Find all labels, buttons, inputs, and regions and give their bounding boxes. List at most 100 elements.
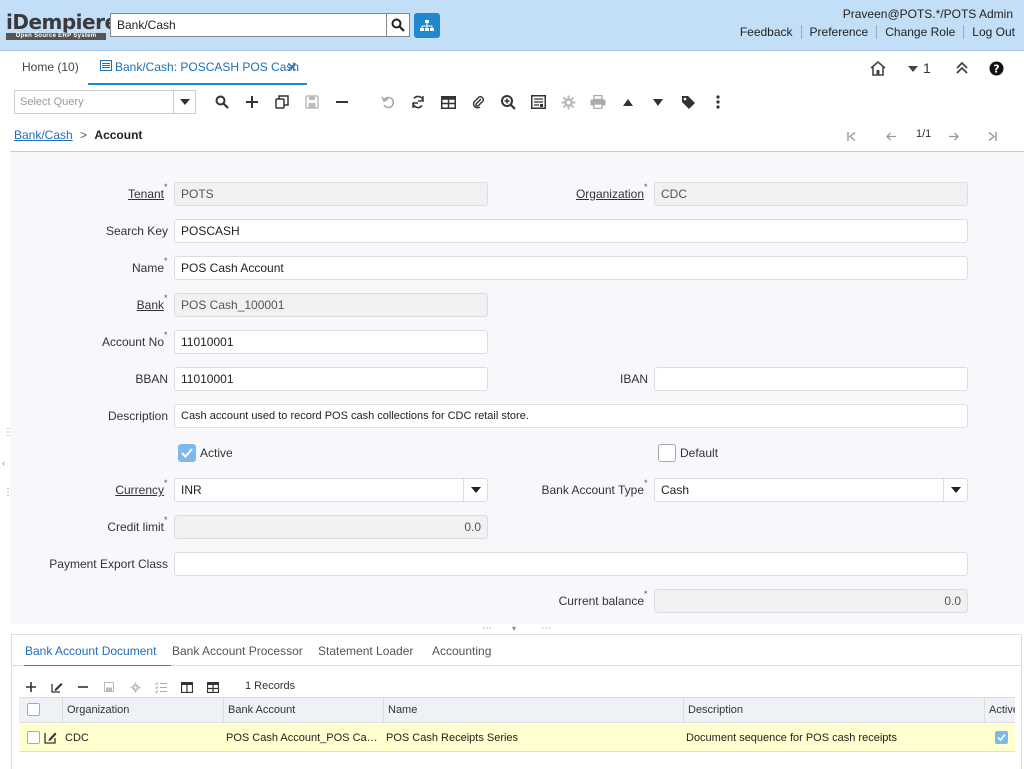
breadcrumb-separator: > (80, 128, 88, 142)
previous-nav-button[interactable] (886, 130, 896, 144)
caret-down-icon (653, 98, 663, 106)
default-checkbox[interactable] (658, 444, 676, 462)
search-key-field[interactable]: POSCASH (174, 219, 968, 243)
grid-edit-button[interactable] (49, 679, 65, 695)
logout-link[interactable]: Log Out (972, 25, 1015, 39)
description-field[interactable]: Cash account used to record POS cash col… (174, 404, 968, 428)
column-header-bank-account[interactable]: Bank Account (223, 698, 383, 723)
bank-account-type-select[interactable]: Cash (654, 478, 968, 502)
column-header-active[interactable]: Active (984, 698, 1015, 723)
table-row[interactable]: CDC POS Cash Account_POS Cash_100001 POS… (19, 724, 1015, 752)
row-select-checkbox[interactable] (27, 731, 40, 744)
idempiere-logo[interactable]: iDempiere Open Source ERP System (6, 10, 118, 40)
tab-bank-cash[interactable]: Bank/Cash: POSCASH POS Cash ✕ (88, 51, 307, 85)
caret-up-icon (623, 98, 633, 106)
arrow-left-icon (886, 132, 896, 141)
tab-accounting[interactable]: Accounting (432, 644, 491, 658)
iban-field[interactable] (654, 367, 968, 391)
print-button[interactable] (589, 93, 607, 111)
change-role-link[interactable]: Change Role (885, 25, 955, 39)
tab-home[interactable]: Home (10) (22, 60, 79, 74)
detail-tab-bar: Bank Account Document Bank Account Proce… (11, 634, 1022, 667)
splitter-handle[interactable]: ⋯ (541, 624, 552, 634)
report-button[interactable] (529, 93, 547, 111)
tab-statement-loader[interactable]: Statement Loader (318, 644, 413, 658)
row-edit-button[interactable] (44, 731, 57, 747)
columns-icon (181, 681, 193, 693)
active-checkbox[interactable] (178, 444, 196, 462)
tenant-label[interactable]: Tenant (100, 187, 164, 201)
required-mark: * (164, 256, 168, 266)
undo-button[interactable] (379, 93, 397, 111)
save-icon (305, 95, 319, 109)
feedback-link[interactable]: Feedback (740, 25, 793, 39)
user-role-label[interactable]: Praveen@POTS.*/POTS Admin (843, 7, 1013, 21)
next-nav-button[interactable] (949, 130, 959, 144)
column-header-description[interactable]: Description (683, 698, 984, 723)
close-tab-icon[interactable]: ✕ (286, 60, 298, 74)
cell-active-checkbox[interactable] (995, 731, 1008, 744)
account-no-field[interactable]: 11010001 (174, 330, 488, 354)
help-icon[interactable]: ? (989, 61, 1004, 79)
collapse-header-icon[interactable] (955, 61, 969, 78)
home-icon[interactable] (870, 60, 886, 79)
first-record-button[interactable] (847, 130, 856, 144)
find-button[interactable] (213, 93, 231, 111)
collapse-left-icon[interactable]: ‹ (2, 458, 5, 468)
dropdown-button[interactable] (173, 91, 195, 113)
zoom-across-button[interactable] (499, 93, 517, 111)
tag-button[interactable] (679, 93, 697, 111)
organization-label[interactable]: Organization (544, 187, 644, 201)
organization-field: CDC (654, 182, 968, 206)
caret-down-icon (179, 99, 190, 105)
tab-bank-account-document[interactable]: Bank Account Document (25, 644, 156, 658)
save-icon (104, 682, 114, 692)
paperclip-icon (472, 96, 484, 109)
grid-customize-button[interactable] (179, 679, 195, 695)
column-header-name[interactable]: Name (383, 698, 683, 723)
name-field[interactable]: POS Cash Account (174, 256, 968, 280)
bban-field[interactable]: 11010001 (174, 367, 488, 391)
grid-toggle-form-button[interactable] (205, 679, 221, 695)
grid-select-button[interactable] (153, 679, 169, 695)
select-query-placeholder: Select Query (20, 96, 84, 108)
previous-record-button[interactable] (619, 93, 637, 111)
grid-delete-button[interactable] (75, 679, 91, 695)
process-button[interactable] (559, 93, 577, 111)
save-button[interactable] (303, 93, 321, 111)
divider (963, 25, 965, 39)
delete-record-button[interactable] (333, 93, 351, 111)
currency-select[interactable]: INR (174, 478, 488, 502)
grid-save-button[interactable] (101, 679, 117, 695)
bank-account-type-dropdown-button[interactable] (943, 479, 967, 501)
grid-process-button[interactable] (127, 679, 143, 695)
grid-toggle-button[interactable] (439, 93, 457, 111)
new-record-button[interactable] (243, 93, 261, 111)
more-options-button[interactable] (709, 93, 727, 111)
next-record-button[interactable] (649, 93, 667, 111)
logo-text: iDempiere (6, 10, 118, 34)
preference-link[interactable]: Preference (810, 25, 869, 39)
currency-label[interactable]: Currency (60, 483, 164, 497)
copy-record-button[interactable] (273, 93, 291, 111)
last-record-button[interactable] (988, 130, 997, 144)
collapse-down-icon[interactable]: ▾ (512, 624, 516, 633)
credit-limit-field: 0.0 (174, 515, 488, 539)
global-search-input[interactable]: Bank/Cash (110, 13, 387, 37)
breadcrumb-parent-link[interactable]: Bank/Cash (14, 128, 73, 142)
current-balance-label: Current balance (558, 594, 644, 608)
tab-bank-account-processor[interactable]: Bank Account Processor (172, 644, 303, 658)
column-header-organization[interactable]: Organization (62, 698, 224, 723)
search-button[interactable] (387, 13, 410, 37)
currency-dropdown-button[interactable] (463, 479, 487, 501)
select-all-checkbox[interactable] (27, 703, 40, 716)
logo-tagline: Open Source ERP System (6, 33, 106, 40)
bank-label[interactable]: Bank (60, 298, 164, 312)
attachment-button[interactable] (469, 93, 487, 111)
payment-export-class-field[interactable] (174, 552, 968, 576)
grid-new-button[interactable] (23, 679, 39, 695)
refresh-button[interactable] (409, 93, 427, 111)
splitter-handle[interactable]: ⋯ (482, 624, 493, 634)
select-query-combobox[interactable]: Select Query (14, 90, 196, 114)
menu-tree-button[interactable] (414, 13, 440, 38)
